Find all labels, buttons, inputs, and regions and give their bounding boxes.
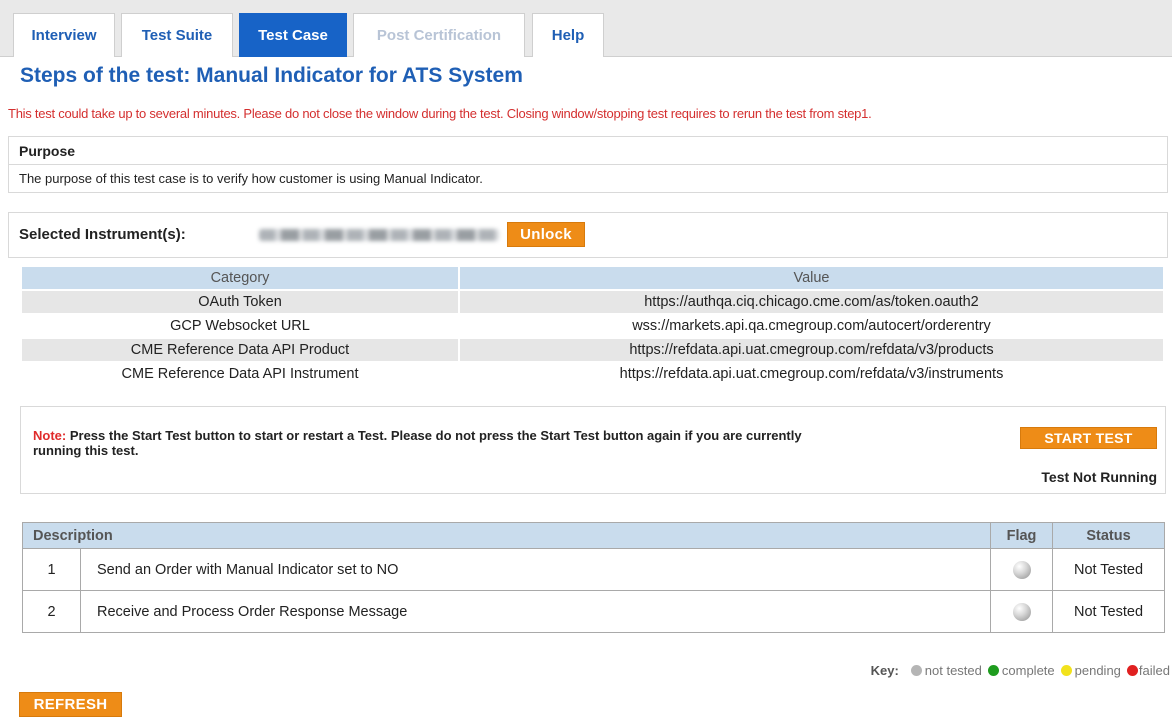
steps-header-status: Status: [1052, 522, 1165, 549]
purpose-box: Purpose The purpose of this test case is…: [8, 136, 1168, 193]
config-category: OAuth Token: [20, 289, 460, 315]
note-body: Press the Start Test button to start or …: [33, 428, 802, 458]
page-title: Steps of the test: Manual Indicator for …: [20, 64, 523, 87]
config-value: https://authqa.ciq.chicago.cme.com/as/to…: [458, 289, 1165, 315]
config-value: wss://markets.api.qa.cmegroup.com/autoce…: [458, 313, 1165, 339]
tab-interview[interactable]: Interview: [13, 13, 115, 57]
tab-test-case[interactable]: Test Case: [239, 13, 347, 57]
key-label: Key:: [870, 663, 899, 678]
table-row: CME Reference Data API Product https://r…: [20, 337, 1165, 363]
config-category: CME Reference Data API Product: [20, 337, 460, 363]
pending-dot-icon: [1060, 665, 1072, 676]
key-complete: complete: [1001, 663, 1055, 678]
table-row: OAuth Token https://authqa.ciq.chicago.c…: [20, 289, 1165, 315]
steps-header-description: Description: [22, 522, 991, 549]
key-failed: failed: [1138, 663, 1170, 678]
tab-help[interactable]: Help: [532, 13, 604, 57]
failed-dot-icon: [1126, 665, 1138, 676]
config-value: https://refdata.api.uat.cmegroup.com/ref…: [458, 361, 1165, 387]
tab-test-suite[interactable]: Test Suite: [121, 13, 233, 57]
step-number: 2: [22, 590, 81, 633]
unlock-button[interactable]: Unlock: [507, 222, 585, 247]
note-label: Note:: [33, 428, 67, 443]
step-number: 1: [22, 548, 81, 591]
not-tested-dot-icon: [910, 665, 922, 676]
step-flag: [990, 590, 1053, 633]
config-table: Category Value OAuth Token https://authq…: [20, 265, 1165, 387]
config-value: https://refdata.api.uat.cmegroup.com/ref…: [458, 337, 1165, 363]
note-text: Note: Press the Start Test button to sta…: [33, 428, 833, 458]
not-tested-icon: [1012, 560, 1031, 579]
selected-instruments-label: Selected Instrument(s):: [19, 226, 186, 243]
config-category: CME Reference Data API Instrument: [20, 361, 460, 387]
instrument-box: Selected Instrument(s): Unlock: [8, 212, 1168, 258]
tab-bar: Interview Test Suite Test Case Post Cert…: [0, 0, 1172, 57]
config-category: GCP Websocket URL: [20, 313, 460, 339]
config-header-category: Category: [20, 265, 460, 291]
step-description: Send an Order with Manual Indicator set …: [80, 548, 991, 591]
step-status: Not Tested: [1052, 590, 1165, 633]
start-test-button[interactable]: START TEST: [1020, 427, 1157, 449]
table-row: 1 Send an Order with Manual Indicator se…: [22, 548, 1165, 591]
purpose-heading: Purpose: [9, 137, 1167, 165]
start-test-box: Note: Press the Start Test button to sta…: [20, 406, 1166, 494]
complete-dot-icon: [987, 665, 999, 676]
config-header-value: Value: [458, 265, 1165, 291]
test-status: Test Not Running: [1041, 469, 1157, 485]
step-flag: [990, 548, 1053, 591]
warning-message: This test could take up to several minut…: [8, 106, 872, 121]
purpose-text: The purpose of this test case is to veri…: [19, 171, 483, 186]
table-row: GCP Websocket URL wss://markets.api.qa.c…: [20, 313, 1165, 339]
steps-table: Description Flag Status 1 Send an Order …: [22, 522, 1165, 633]
status-key: Key: not tested complete pending failed: [871, 663, 1170, 678]
tab-post-certification: Post Certification: [353, 13, 525, 57]
table-row: CME Reference Data API Instrument https:…: [20, 361, 1165, 387]
steps-header-flag: Flag: [990, 522, 1053, 549]
table-row: 2 Receive and Process Order Response Mes…: [22, 590, 1165, 633]
key-not-tested: not tested: [924, 663, 982, 678]
refresh-button[interactable]: REFRESH: [19, 692, 122, 717]
selected-instruments-value: [259, 229, 499, 241]
step-description: Receive and Process Order Response Messa…: [80, 590, 991, 633]
step-status: Not Tested: [1052, 548, 1165, 591]
key-pending: pending: [1074, 663, 1121, 678]
not-tested-icon: [1012, 602, 1031, 621]
